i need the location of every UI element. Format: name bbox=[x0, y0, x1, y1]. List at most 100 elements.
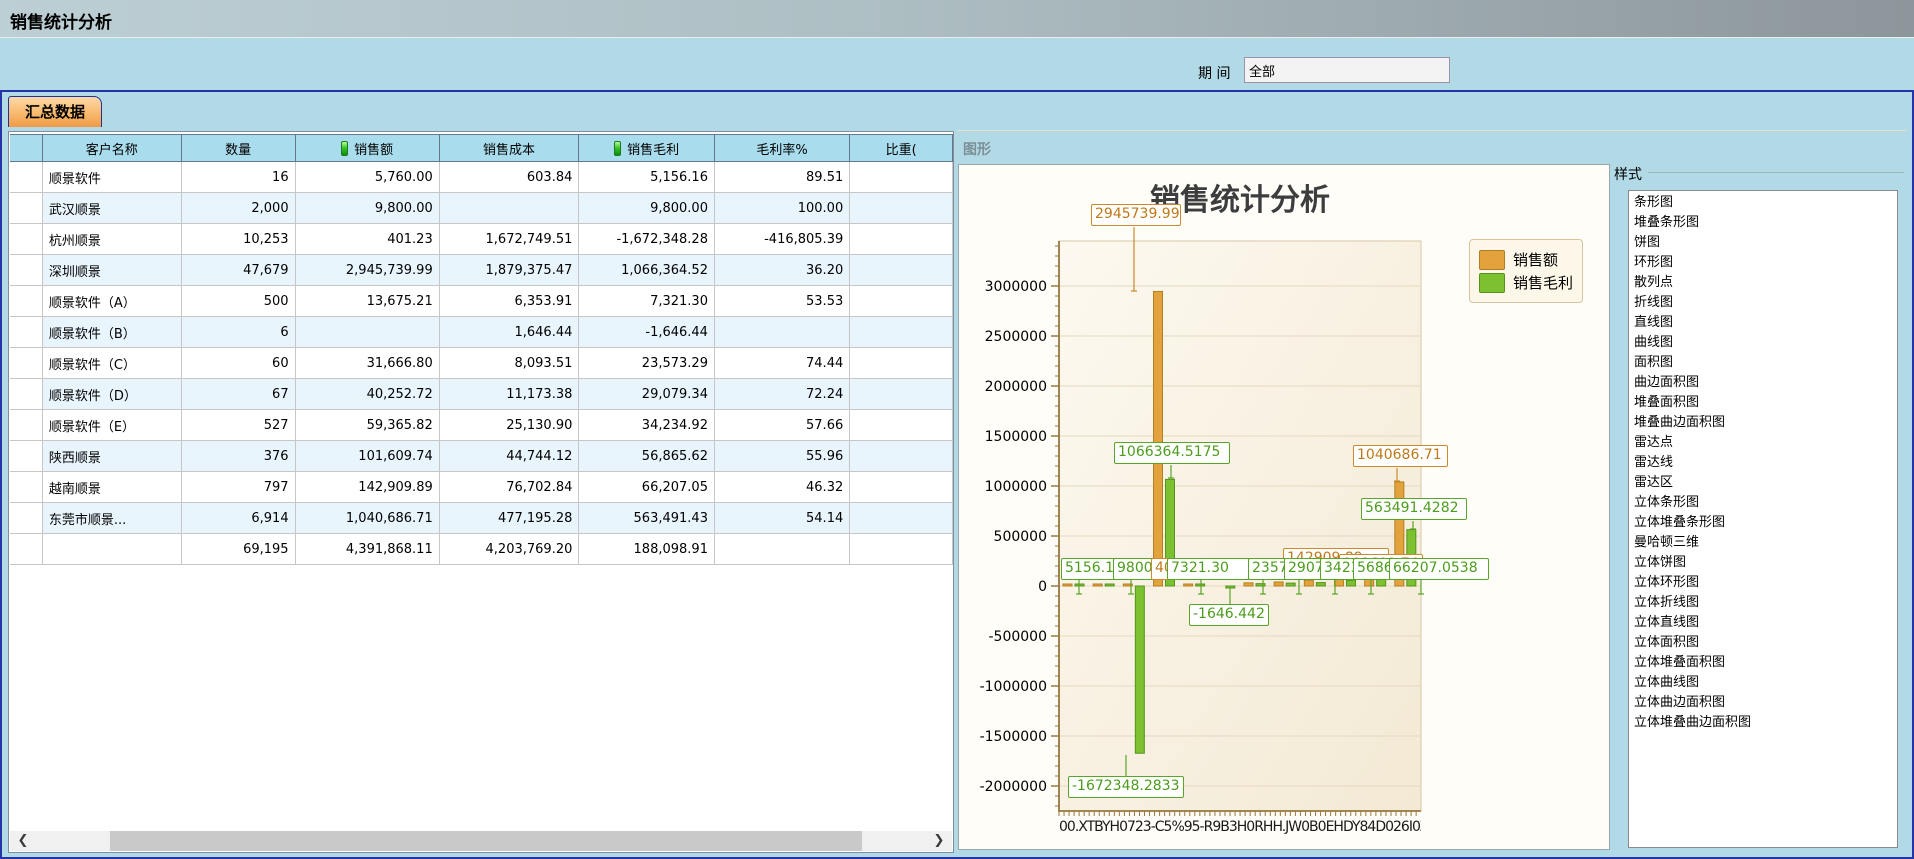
cell-qty: 69,195 bbox=[181, 534, 295, 565]
cell-ratio bbox=[850, 255, 953, 286]
style-option[interactable]: 立体环形图 bbox=[1629, 573, 1897, 593]
table-row[interactable]: 顺景软件（D）6740,252.7211,173.3829,079.3472.2… bbox=[10, 379, 953, 410]
summary-table-panel: 客户名称数量销售额销售成本销售毛利毛利率%比重( 顺景软件165,760.006… bbox=[8, 131, 954, 853]
page-title: 销售统计分析 bbox=[10, 8, 112, 33]
table-row[interactable]: 顺景软件（A）50013,675.216,353.917,321.3053.53 bbox=[10, 286, 953, 317]
data-label: 1066364.5175 bbox=[1114, 442, 1230, 464]
table-row[interactable]: 武汉顺景2,0009,800.009,800.00100.00 bbox=[10, 193, 953, 224]
cell-name: 杭州顺景 bbox=[42, 224, 181, 255]
table-row[interactable]: 深圳顺景47,6792,945,739.991,879,375.471,066,… bbox=[10, 255, 953, 286]
table-row[interactable]: 顺景软件165,760.00603.845,156.1689.51 bbox=[10, 162, 953, 193]
cell-sales: 2,945,739.99 bbox=[295, 255, 439, 286]
cell-margin: 74.44 bbox=[714, 348, 849, 379]
style-option[interactable]: 环形图 bbox=[1629, 253, 1897, 273]
cell-margin: 100.00 bbox=[714, 193, 849, 224]
style-option[interactable]: 条形图 bbox=[1629, 193, 1897, 213]
column-header-profit[interactable]: 销售毛利 bbox=[579, 135, 715, 162]
scroll-right-icon[interactable]: ❯ bbox=[926, 831, 952, 851]
table-row[interactable]: 顺景软件（E）52759,365.8225,130.9034,234.9257.… bbox=[10, 410, 953, 441]
style-option[interactable]: 立体曲边面积图 bbox=[1629, 693, 1897, 713]
cell-ratio bbox=[850, 193, 953, 224]
cell-qty: 60 bbox=[181, 348, 295, 379]
style-option[interactable]: 散列点 bbox=[1629, 273, 1897, 293]
cell-margin: 53.53 bbox=[714, 286, 849, 317]
data-label: 563491.4282 bbox=[1361, 498, 1467, 520]
data-label: -1646.442 bbox=[1189, 604, 1269, 626]
cell-qty: 500 bbox=[181, 286, 295, 317]
style-option[interactable]: 立体直线图 bbox=[1629, 613, 1897, 633]
cell-sales: 401.23 bbox=[295, 224, 439, 255]
cell-sales: 31,666.80 bbox=[295, 348, 439, 379]
cell-sales bbox=[295, 317, 439, 348]
style-option[interactable]: 堆叠曲边面积图 bbox=[1629, 413, 1897, 433]
style-option[interactable]: 立体条形图 bbox=[1629, 493, 1897, 513]
cell-cost: 25,130.90 bbox=[439, 410, 579, 441]
scroll-left-icon[interactable]: ❮ bbox=[10, 831, 36, 851]
column-header-cost[interactable]: 销售成本 bbox=[439, 135, 579, 162]
style-option[interactable]: 饼图 bbox=[1629, 233, 1897, 253]
title-bar: 销售统计分析 bbox=[0, 0, 1914, 38]
chart-section-label: 图形 bbox=[963, 139, 991, 159]
cell-profit: 23,573.29 bbox=[579, 348, 715, 379]
style-option[interactable]: 雷达区 bbox=[1629, 473, 1897, 493]
style-option[interactable]: 立体曲线图 bbox=[1629, 673, 1897, 693]
style-option[interactable]: 曲线图 bbox=[1629, 333, 1897, 353]
column-header-margin[interactable]: 毛利率% bbox=[714, 135, 849, 162]
cell-profit: 1,066,364.52 bbox=[579, 255, 715, 286]
cell-cost: 477,195.28 bbox=[439, 503, 579, 534]
cell-cost: 1,879,375.47 bbox=[439, 255, 579, 286]
legend-label: 销售额 bbox=[1513, 249, 1558, 270]
cell-cost: 603.84 bbox=[439, 162, 579, 193]
cell-name: 顺景软件 bbox=[42, 162, 181, 193]
cell-qty: 6 bbox=[181, 317, 295, 348]
cell-profit: -1,672,348.28 bbox=[579, 224, 715, 255]
horizontal-scrollbar[interactable]: ❮ ❯ bbox=[10, 831, 952, 851]
table-row[interactable]: 陕西顺景376101,609.7444,744.1256,865.6255.96 bbox=[10, 441, 953, 472]
cell-name: 东莞市顺景... bbox=[42, 503, 181, 534]
cell-cost: 11,173.38 bbox=[439, 379, 579, 410]
cell-profit: 66,207.05 bbox=[579, 472, 715, 503]
style-option[interactable]: 堆叠面积图 bbox=[1629, 393, 1897, 413]
tab-summary-data[interactable]: 汇总数据 bbox=[8, 96, 102, 127]
period-input[interactable] bbox=[1244, 57, 1450, 83]
styles-section-label: 样式 bbox=[1614, 164, 1642, 184]
cell-qty: 6,914 bbox=[181, 503, 295, 534]
cell-margin: 46.32 bbox=[714, 472, 849, 503]
table-row[interactable]: 69,1954,391,868.114,203,769.20188,098.91 bbox=[10, 534, 953, 565]
table-row[interactable]: 越南顺景797142,909.8976,702.8466,207.0546.32 bbox=[10, 472, 953, 503]
cell-qty: 376 bbox=[181, 441, 295, 472]
column-header-qty[interactable]: 数量 bbox=[181, 135, 295, 162]
row-indicator bbox=[10, 348, 42, 379]
svg-text:500000: 500000 bbox=[994, 529, 1047, 545]
style-option[interactable]: 雷达线 bbox=[1629, 453, 1897, 473]
style-option[interactable]: 立体堆叠条形图 bbox=[1629, 513, 1897, 533]
svg-text:3000000: 3000000 bbox=[985, 279, 1047, 295]
style-option[interactable]: 立体堆叠曲边面积图 bbox=[1629, 713, 1897, 733]
column-header-name[interactable]: 客户名称 bbox=[42, 135, 181, 162]
chart-style-listbox[interactable]: 条形图堆叠条形图饼图环形图散列点折线图直线图曲线图面积图曲边面积图堆叠面积图堆叠… bbox=[1628, 190, 1898, 848]
table-row[interactable]: 顺景软件（B）61,646.44-1,646.44 bbox=[10, 317, 953, 348]
cell-sales: 101,609.74 bbox=[295, 441, 439, 472]
style-option[interactable]: 面积图 bbox=[1629, 353, 1897, 373]
style-option[interactable]: 曲边面积图 bbox=[1629, 373, 1897, 393]
cell-margin: 89.51 bbox=[714, 162, 849, 193]
style-option[interactable]: 折线图 bbox=[1629, 293, 1897, 313]
cell-qty: 2,000 bbox=[181, 193, 295, 224]
column-header-sales[interactable]: 销售额 bbox=[295, 135, 439, 162]
style-option[interactable]: 直线图 bbox=[1629, 313, 1897, 333]
table-row[interactable]: 东莞市顺景...6,9141,040,686.71477,195.28563,4… bbox=[10, 503, 953, 534]
style-option[interactable]: 立体折线图 bbox=[1629, 593, 1897, 613]
scrollbar-thumb[interactable] bbox=[110, 831, 862, 851]
style-option[interactable]: 立体面积图 bbox=[1629, 633, 1897, 653]
table-row[interactable]: 顺景软件（C）6031,666.808,093.5123,573.2974.44 bbox=[10, 348, 953, 379]
style-option[interactable]: 雷达点 bbox=[1629, 433, 1897, 453]
column-header-ratio[interactable]: 比重( bbox=[850, 135, 953, 162]
row-indicator bbox=[10, 472, 42, 503]
style-option[interactable]: 堆叠条形图 bbox=[1629, 213, 1897, 233]
table-row[interactable]: 杭州顺景10,253401.231,672,749.51-1,672,348.2… bbox=[10, 224, 953, 255]
style-option[interactable]: 立体堆叠面积图 bbox=[1629, 653, 1897, 673]
style-option[interactable]: 曼哈顿三维 bbox=[1629, 533, 1897, 553]
style-option[interactable]: 立体饼图 bbox=[1629, 553, 1897, 573]
x-axis-labels-overlapped: 00.XTBYH0723-C5%95-R9B3H0RHH.JW0B0EHDY84… bbox=[1059, 819, 1421, 835]
chart-legend: 销售额 销售毛利 bbox=[1469, 239, 1583, 303]
